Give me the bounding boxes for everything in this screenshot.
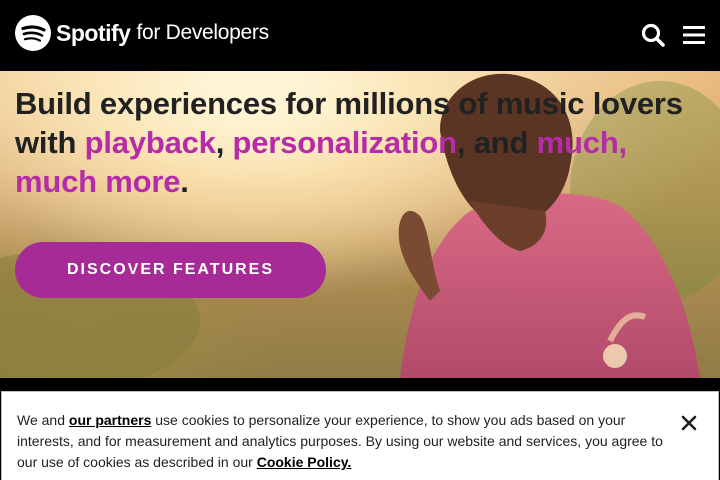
search-icon[interactable] — [640, 22, 666, 48]
our-partners-link[interactable]: our partners — [69, 412, 151, 428]
cookie-text: We and — [17, 412, 69, 428]
discover-features-button[interactable]: DISCOVER FEATURES — [15, 242, 326, 298]
cookie-message: We and our partners use cookies to perso… — [17, 410, 667, 473]
headline-highlight-personalization: personalization — [232, 125, 458, 160]
spotify-logo-icon — [15, 15, 51, 51]
brand-suffix: for Developers — [136, 21, 269, 44]
hero-section: Build experiences for millions of music … — [0, 71, 720, 378]
cookie-policy-link[interactable]: Cookie Policy. — [257, 454, 352, 470]
headline-highlight-playback: playback — [84, 125, 216, 160]
brand-logo-link[interactable]: Spotify for Developers — [15, 15, 269, 51]
brand-name: Spotify — [56, 19, 131, 46]
headline-text: . — [180, 164, 189, 199]
close-icon[interactable] — [680, 414, 698, 432]
top-navigation-bar: Spotify for Developers — [0, 0, 720, 71]
cookie-banner: We and our partners use cookies to perso… — [1, 391, 719, 480]
menu-icon[interactable] — [682, 22, 708, 48]
headline-text: , and — [456, 125, 537, 160]
headline-text: , — [215, 125, 233, 160]
hero-headline: Build experiences for millions of music … — [15, 84, 695, 201]
